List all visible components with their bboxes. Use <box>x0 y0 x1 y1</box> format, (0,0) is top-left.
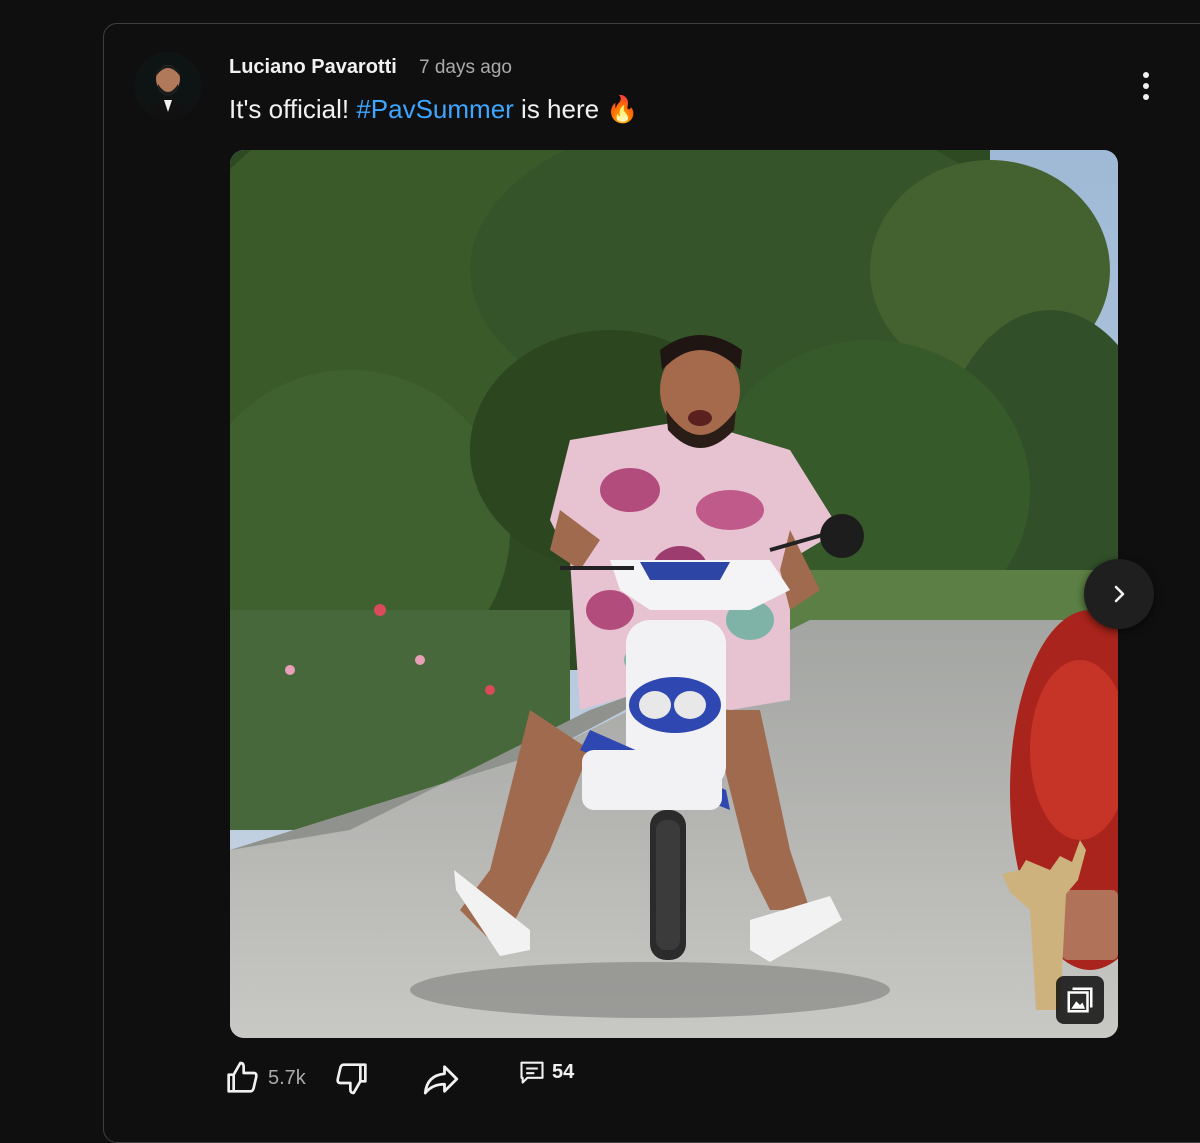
post-timestamp[interactable]: 7 days ago <box>419 57 512 79</box>
share-button[interactable] <box>420 1058 462 1100</box>
more-vertical-icon <box>1143 72 1149 78</box>
author-avatar[interactable] <box>134 52 202 120</box>
author-name[interactable]: Luciano Pavarotti <box>229 56 397 79</box>
like-button[interactable]: 5.7k <box>222 1058 306 1098</box>
share-icon <box>423 1065 459 1095</box>
post-text-start: It's official! <box>229 94 357 124</box>
comments-button[interactable]: 54 <box>518 1058 574 1086</box>
thumbs-up-icon <box>227 1061 258 1093</box>
thumbs-down-icon <box>336 1063 367 1095</box>
next-image-button[interactable] <box>1084 559 1154 629</box>
more-options-button[interactable] <box>1126 66 1166 106</box>
comment-count: 54 <box>552 1060 575 1083</box>
image-gallery-icon-glyph <box>1067 987 1093 1013</box>
dislike-button[interactable] <box>332 1058 372 1098</box>
like-count: 5.7k <box>268 1066 306 1089</box>
chevron-right-icon <box>1114 585 1125 603</box>
more-vertical-icon-dot <box>1143 83 1149 89</box>
comment-icon <box>520 1061 544 1084</box>
more-vertical-icon-dot <box>1143 94 1149 100</box>
hashtag-link[interactable]: #PavSummer <box>356 94 514 124</box>
image-gallery-icon <box>1056 976 1104 1024</box>
post-image[interactable] <box>230 150 1118 1038</box>
post-text-end: is here 🔥 <box>513 94 639 124</box>
post-text: It's official! #PavSummer is here 🔥 <box>229 94 639 125</box>
